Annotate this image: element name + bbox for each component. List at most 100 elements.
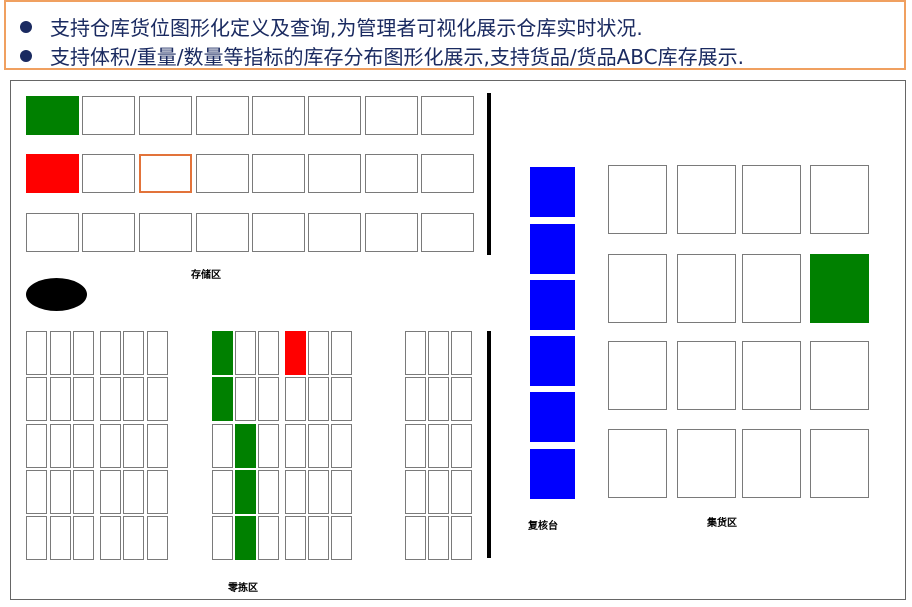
storage-bin[interactable] — [308, 213, 361, 252]
staging-slot[interactable] — [810, 165, 869, 234]
picking-bin[interactable] — [147, 516, 168, 560]
picking-bin[interactable] — [405, 470, 426, 514]
picking-bin[interactable] — [331, 516, 352, 560]
picking-bin[interactable] — [123, 516, 144, 560]
staging-slot[interactable] — [742, 341, 801, 410]
staging-slot[interactable] — [810, 254, 869, 323]
picking-bin[interactable] — [26, 516, 47, 560]
storage-bin[interactable] — [252, 154, 305, 193]
picking-bin[interactable] — [451, 331, 472, 375]
picking-bin[interactable] — [285, 516, 306, 560]
picking-bin[interactable] — [212, 516, 233, 560]
picking-bin[interactable] — [100, 331, 121, 375]
picking-bin[interactable] — [428, 331, 449, 375]
staging-slot[interactable] — [677, 341, 736, 410]
picking-bin[interactable] — [258, 424, 279, 468]
picking-bin[interactable] — [331, 424, 352, 468]
picking-bin[interactable] — [258, 516, 279, 560]
picking-bin[interactable] — [212, 377, 233, 421]
picking-bin[interactable] — [73, 516, 94, 560]
picking-bin[interactable] — [50, 470, 71, 514]
staging-slot[interactable] — [608, 254, 667, 323]
picking-bin[interactable] — [147, 470, 168, 514]
storage-bin[interactable] — [196, 154, 249, 193]
storage-bin[interactable] — [421, 96, 474, 135]
staging-slot[interactable] — [810, 429, 869, 498]
picking-bin[interactable] — [285, 470, 306, 514]
picking-bin[interactable] — [428, 470, 449, 514]
storage-bin[interactable] — [196, 213, 249, 252]
storage-bin[interactable] — [421, 154, 474, 193]
review-station[interactable] — [530, 167, 575, 217]
picking-bin[interactable] — [308, 470, 329, 514]
review-station[interactable] — [530, 392, 575, 442]
staging-slot[interactable] — [677, 165, 736, 234]
staging-slot[interactable] — [608, 341, 667, 410]
staging-slot[interactable] — [677, 429, 736, 498]
picking-bin[interactable] — [212, 470, 233, 514]
staging-slot[interactable] — [677, 254, 736, 323]
picking-bin[interactable] — [212, 424, 233, 468]
picking-bin[interactable] — [100, 470, 121, 514]
picking-bin[interactable] — [73, 424, 94, 468]
picking-bin[interactable] — [100, 424, 121, 468]
storage-bin[interactable] — [308, 96, 361, 135]
staging-slot[interactable] — [742, 254, 801, 323]
storage-bin[interactable] — [139, 213, 192, 252]
picking-bin[interactable] — [331, 377, 352, 421]
picking-bin[interactable] — [258, 470, 279, 514]
picking-bin[interactable] — [308, 331, 329, 375]
picking-bin[interactable] — [147, 331, 168, 375]
picking-bin[interactable] — [405, 516, 426, 560]
storage-bin[interactable] — [82, 154, 135, 193]
picking-bin[interactable] — [308, 377, 329, 421]
picking-bin[interactable] — [405, 377, 426, 421]
picking-bin[interactable] — [308, 424, 329, 468]
picking-bin[interactable] — [331, 470, 352, 514]
review-station[interactable] — [530, 449, 575, 499]
picking-bin[interactable] — [73, 377, 94, 421]
picking-bin[interactable] — [123, 470, 144, 514]
staging-slot[interactable] — [608, 165, 667, 234]
picking-bin[interactable] — [428, 424, 449, 468]
picking-bin[interactable] — [50, 424, 71, 468]
storage-bin[interactable] — [252, 96, 305, 135]
picking-bin[interactable] — [123, 331, 144, 375]
storage-bin[interactable] — [365, 213, 418, 252]
picking-bin[interactable] — [451, 424, 472, 468]
staging-slot[interactable] — [608, 429, 667, 498]
storage-bin[interactable] — [139, 96, 192, 135]
picking-bin[interactable] — [285, 377, 306, 421]
storage-bin[interactable] — [365, 154, 418, 193]
picking-bin[interactable] — [235, 516, 256, 560]
picking-bin[interactable] — [50, 377, 71, 421]
picking-bin[interactable] — [235, 331, 256, 375]
picking-bin[interactable] — [235, 424, 256, 468]
storage-bin[interactable] — [82, 213, 135, 252]
storage-bin[interactable] — [196, 96, 249, 135]
storage-bin[interactable] — [139, 154, 192, 193]
picking-bin[interactable] — [147, 424, 168, 468]
picking-bin[interactable] — [26, 377, 47, 421]
picking-bin[interactable] — [147, 377, 168, 421]
picking-bin[interactable] — [405, 331, 426, 375]
storage-bin[interactable] — [82, 96, 135, 135]
storage-bin[interactable] — [421, 213, 474, 252]
picking-bin[interactable] — [26, 470, 47, 514]
picking-bin[interactable] — [405, 424, 426, 468]
staging-slot[interactable] — [742, 165, 801, 234]
picking-bin[interactable] — [50, 331, 71, 375]
staging-slot[interactable] — [742, 429, 801, 498]
picking-bin[interactable] — [451, 516, 472, 560]
picking-bin[interactable] — [235, 377, 256, 421]
picking-bin[interactable] — [331, 331, 352, 375]
picking-bin[interactable] — [428, 377, 449, 421]
picking-bin[interactable] — [428, 516, 449, 560]
storage-bin[interactable] — [26, 96, 79, 135]
picking-bin[interactable] — [73, 331, 94, 375]
picking-bin[interactable] — [100, 516, 121, 560]
storage-bin[interactable] — [252, 213, 305, 252]
storage-bin[interactable] — [26, 154, 79, 193]
picking-bin[interactable] — [123, 424, 144, 468]
picking-bin[interactable] — [100, 377, 121, 421]
